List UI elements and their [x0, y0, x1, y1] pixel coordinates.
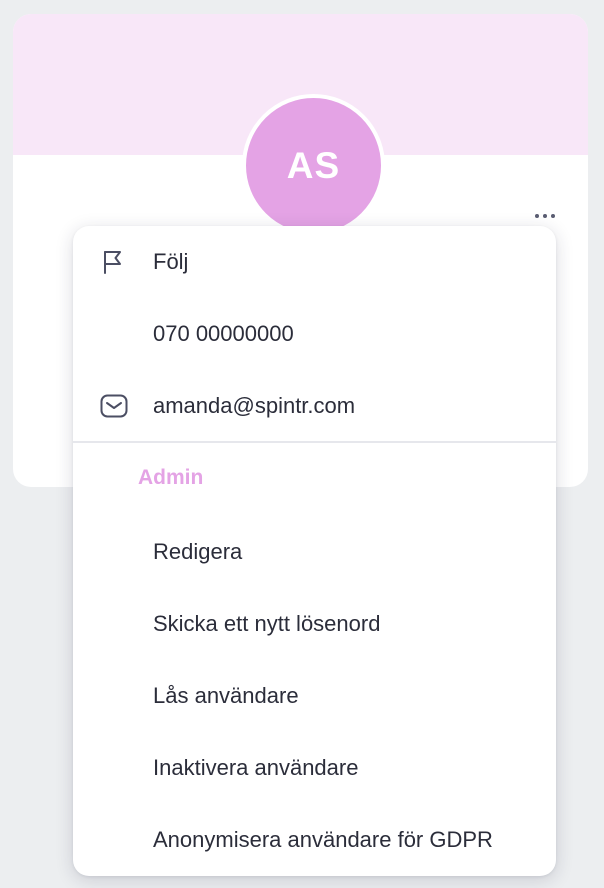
menu-item-lock-user[interactable]: Lås användare [73, 660, 556, 732]
menu-item-anonymize-user-gdpr[interactable]: Anonymisera användare för GDPR [73, 804, 556, 876]
menu-item-phone[interactable]: 070 00000000 [73, 298, 556, 370]
more-horizontal-icon-dot [551, 214, 555, 218]
more-horizontal-icon [535, 214, 539, 218]
menu-item-label: Inaktivera användare [153, 755, 359, 780]
menu-item-label: 070 00000000 [153, 321, 294, 346]
avatar: AS [242, 94, 385, 237]
menu-item-label: Redigera [153, 539, 243, 564]
menu-item-label: Anonymisera användare för GDPR [153, 827, 493, 852]
menu-divider [73, 441, 556, 443]
more-horizontal-icon-dot [543, 214, 547, 218]
more-options-button[interactable] [528, 204, 562, 228]
menu-item-label: Skicka ett nytt lösenord [153, 611, 381, 636]
admin-section-header: Admin [138, 466, 204, 489]
menu-item-follow[interactable]: Följ [73, 226, 556, 298]
flag-icon [100, 249, 126, 275]
menu-item-label: amanda@spintr.com [153, 393, 356, 418]
mail-icon [100, 393, 128, 419]
menu-item-deactivate-user[interactable]: Inaktivera användare [73, 732, 556, 804]
profile-actions-menu: Följ 070 00000000 amanda@spintr.com Admi… [73, 226, 556, 876]
menu-item-send-new-password[interactable]: Skicka ett nytt lösenord [73, 588, 556, 660]
menu-item-email[interactable]: amanda@spintr.com [73, 370, 556, 442]
menu-item-label: Lås användare [153, 683, 299, 708]
avatar-initials: AS [286, 144, 341, 186]
menu-item-label: Följ [153, 249, 189, 274]
menu-item-edit[interactable]: Redigera [73, 516, 556, 588]
